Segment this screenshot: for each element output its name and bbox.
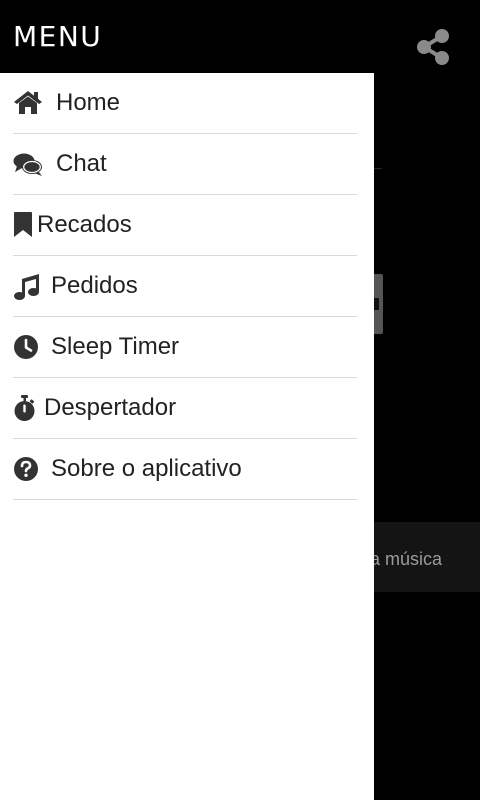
- home-icon: [13, 88, 43, 118]
- menu-item-recados[interactable]: Recados: [13, 195, 357, 256]
- menu-item-label: Sleep Timer: [51, 333, 180, 360]
- menu-item-home[interactable]: Home: [13, 73, 357, 134]
- menu-item-label: Pedidos: [51, 272, 138, 299]
- menu-item-label: Recados: [37, 211, 132, 238]
- navigation-drawer: Home Chat Recados Pedidos Sleep Timer De…: [0, 73, 374, 800]
- menu-item-label: Despertador: [44, 394, 177, 421]
- menu-header: MENU: [0, 0, 374, 73]
- chat-icon: [13, 149, 43, 179]
- menu-item-label: Home: [56, 89, 121, 116]
- share-icon[interactable]: [414, 27, 454, 67]
- menu-list: Home Chat Recados Pedidos Sleep Timer De…: [13, 73, 357, 500]
- help-circle-icon: [13, 454, 41, 484]
- background-control[interactable]: [374, 274, 383, 334]
- bookmark-icon: [13, 210, 33, 240]
- menu-item-sobre[interactable]: Sobre o aplicativo: [13, 439, 357, 500]
- menu-item-label: Chat: [56, 150, 107, 177]
- menu-item-chat[interactable]: Chat: [13, 134, 357, 195]
- background-divider: [374, 168, 382, 169]
- menu-item-despertador[interactable]: Despertador: [13, 378, 357, 439]
- music-note-icon: [13, 271, 41, 301]
- menu-item-sleep-timer[interactable]: Sleep Timer: [13, 317, 357, 378]
- background-song-bar[interactable]: a música: [374, 522, 480, 592]
- background-song-text: a música: [374, 549, 443, 569]
- menu-item-pedidos[interactable]: Pedidos: [13, 256, 357, 317]
- menu-item-label: Sobre o aplicativo: [51, 455, 242, 482]
- stopwatch-icon: [13, 393, 37, 423]
- clock-icon: [13, 332, 41, 362]
- menu-title: MENU: [13, 20, 103, 53]
